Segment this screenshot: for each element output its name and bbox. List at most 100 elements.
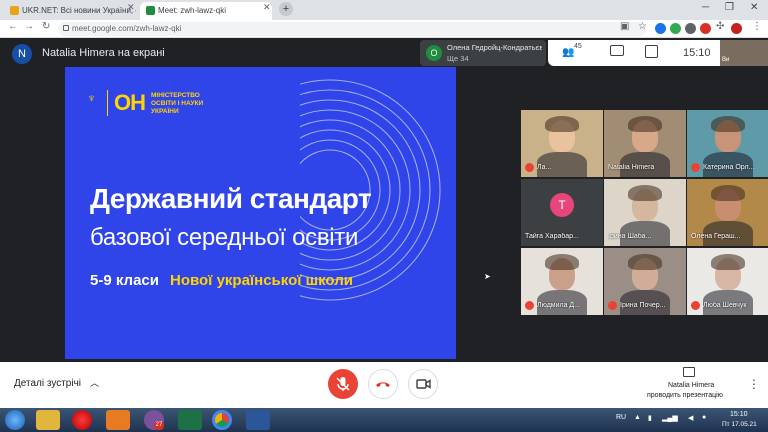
slide-subtitle-grades: 5-9 класи <box>90 272 159 289</box>
participant-tile[interactable]: Люба Шевчук <box>687 248 768 315</box>
forward-icon[interactable]: → <box>24 21 34 32</box>
video-camera-icon <box>416 379 431 389</box>
participant-name: Олена Гераш... <box>691 233 741 240</box>
reload-icon[interactable]: ↻ <box>42 21 50 32</box>
participant-tile[interactable]: Людмила Д... <box>521 248 603 315</box>
extensions-puzzle-icon[interactable]: ✣ <box>716 21 724 32</box>
word-icon[interactable] <box>246 410 270 430</box>
new-tab-button[interactable]: + <box>279 2 293 16</box>
participant-name: Natalia Himera <box>608 164 655 171</box>
participant-name: Ірина Шаба... <box>608 233 652 240</box>
muted-mic-icon <box>691 301 700 310</box>
ministry-name: МІНІСТЕРСТВО ОСВІТИ І НАУКИ УКРАЇНИ <box>151 92 204 115</box>
notification-name: Олена Гедройц-Кондратьєва <box>447 43 542 52</box>
participant-tile[interactable]: Ла... <box>521 110 603 177</box>
explorer-icon[interactable] <box>36 410 60 430</box>
microphone-toggle-button[interactable] <box>328 369 358 399</box>
presenter-name: Natalia Himera <box>668 382 715 389</box>
participant-tile[interactable]: Ірина Почер... <box>604 248 686 315</box>
url-text: meet.google.com/zwh-lawz-qki <box>72 24 182 33</box>
mouse-cursor-icon: ➤ <box>484 272 491 281</box>
bookmark-star-icon[interactable]: ☆ <box>638 21 647 32</box>
tryzub-icon: ♆ <box>87 91 96 105</box>
participant-name: Катерина Орл... <box>703 164 755 171</box>
more-options-icon[interactable]: ⋮ <box>748 377 760 391</box>
camera-toggle-button[interactable] <box>408 369 438 399</box>
extension-icon[interactable] <box>670 23 681 34</box>
excel-icon[interactable] <box>178 410 202 430</box>
maximize-icon[interactable]: ❐ <box>725 2 734 13</box>
meeting-details-button[interactable]: Деталі зустрічі <box>14 378 81 389</box>
media-player-icon[interactable] <box>106 410 130 430</box>
activities-icon[interactable] <box>645 45 658 58</box>
participant-video-detail <box>628 185 662 201</box>
participant-tile[interactable]: Ірина Шаба... <box>604 179 686 246</box>
opera-icon[interactable] <box>72 410 92 430</box>
participant-name: Люба Шевчук <box>703 302 747 309</box>
presenter-status: проводить презентацію <box>647 392 723 399</box>
participant-video-detail <box>628 254 662 270</box>
chevron-up-icon[interactable]: ︿ <box>90 376 99 389</box>
browser-tab-ukrnet[interactable]: UKR.NET: Всі новини України, с <box>4 2 136 20</box>
logo-divider <box>107 90 108 116</box>
back-icon[interactable]: ← <box>8 21 18 32</box>
people-icon[interactable]: 👥 <box>562 47 574 58</box>
participant-name: Тайга Харабар... <box>525 233 579 240</box>
participant-video-detail <box>628 116 662 132</box>
participant-name: Ла... <box>537 164 552 171</box>
participant-tile[interactable]: Natalia Himera <box>604 110 686 177</box>
start-button[interactable] <box>5 410 25 430</box>
taskbar-time[interactable]: 15:10 <box>730 411 748 418</box>
presenter-banner: Natalia Himera на екрані <box>42 47 165 59</box>
extension-icon[interactable] <box>655 23 666 34</box>
meet-clock: 15:10 <box>683 47 711 59</box>
participant-name: Ірина Почер... <box>620 302 666 309</box>
close-tab-icon[interactable]: ✕ <box>127 2 135 13</box>
participant-video-detail <box>545 254 579 270</box>
slide-edge <box>456 67 462 359</box>
volume-icon[interactable]: ◀ <box>688 414 693 422</box>
viber-badge: 27 <box>154 421 164 430</box>
participant-tile[interactable]: Олена Гераш... <box>687 179 768 246</box>
signal-icon[interactable]: ▂▄▆ <box>662 414 678 422</box>
tray-show-hidden-icon[interactable]: ▲ <box>634 414 641 421</box>
network-icon[interactable]: ▮ <box>648 414 652 422</box>
browser-menu-icon[interactable]: ⋮ <box>752 21 762 32</box>
tray-app-icon[interactable]: ● <box>702 414 706 421</box>
slide-title-line2: базової середньої освіти <box>90 224 359 251</box>
slide-subtitle-school: Нової української школи <box>170 272 353 289</box>
browser-tab-meet[interactable]: Meet: zwh-lawz-qki <box>140 2 272 20</box>
leave-call-button[interactable] <box>368 369 398 399</box>
profile-avatar[interactable] <box>731 23 742 34</box>
notification-avatar: О <box>426 45 442 61</box>
meet-favicon-icon <box>146 6 155 15</box>
chrome-icon[interactable] <box>212 410 232 430</box>
tab-label: Meet: zwh-lawz-qki <box>158 6 227 15</box>
slide-title-line1: Державний стандарт <box>90 183 372 214</box>
participant-video-detail <box>711 254 745 270</box>
ukrnet-favicon-icon <box>10 6 19 15</box>
extension-icon[interactable] <box>700 23 711 34</box>
participant-tile[interactable]: Т Тайга Харабар... <box>521 179 603 246</box>
language-indicator[interactable]: RU <box>616 414 626 421</box>
close-window-icon[interactable]: ✕ <box>750 2 758 13</box>
participant-video-detail <box>711 116 745 132</box>
hang-up-icon <box>376 382 390 387</box>
participant-tile[interactable]: Катерина Орл... <box>687 110 768 177</box>
camera-permission-icon[interactable]: ▣ <box>620 21 629 32</box>
extension-icon[interactable] <box>685 23 696 34</box>
url-input[interactable]: meet.google.com/zwh-lawz-qki <box>58 22 646 36</box>
close-tab-icon[interactable]: ✕ <box>263 2 271 13</box>
ministry-logo-mark: ОН <box>114 90 146 115</box>
participant-name: Людмила Д... <box>537 302 580 309</box>
lock-icon <box>63 25 69 31</box>
mic-off-icon <box>336 377 350 391</box>
present-screen-icon[interactable] <box>683 367 695 377</box>
participant-initial-avatar: Т <box>550 193 574 217</box>
presenter-avatar: N <box>12 44 32 64</box>
minimize-icon[interactable]: ─ <box>702 2 709 13</box>
notification-more: Ще 34 <box>447 54 469 63</box>
tab-label: UKR.NET: Всі новини України, с <box>22 6 136 15</box>
taskbar-date[interactable]: Пт 17.05.21 <box>722 421 757 428</box>
chat-icon[interactable] <box>610 45 624 56</box>
